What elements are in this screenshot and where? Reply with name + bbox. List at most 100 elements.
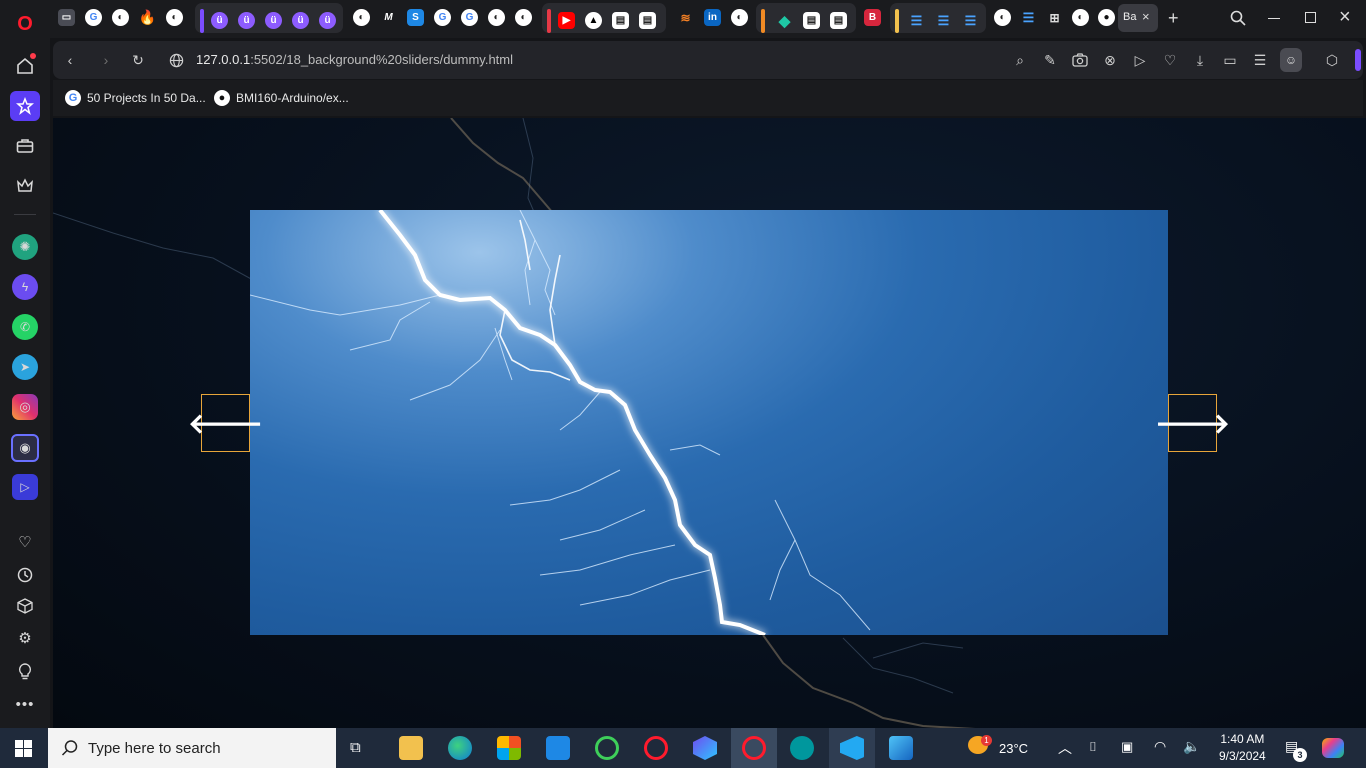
settings-gear-icon[interactable]: ⚙	[11, 624, 39, 652]
globe-tab-icon[interactable]: ◐	[166, 9, 183, 26]
cube-icon[interactable]	[11, 592, 39, 620]
flow-icon[interactable]: ▷	[12, 474, 38, 500]
globe-tab-icon[interactable]: ◐	[1072, 9, 1089, 26]
vercel-tab-icon[interactable]: ▲	[585, 12, 602, 29]
display-icon[interactable]: ▣	[1121, 739, 1133, 755]
lightbulb-icon[interactable]	[11, 657, 39, 685]
active-tab[interactable]: Ba ×	[1118, 4, 1158, 32]
easy-setup-icon[interactable]: ☰	[1251, 51, 1269, 69]
grid-tab-icon[interactable]: ⊞	[1046, 9, 1063, 26]
circle-app-icon[interactable]	[595, 736, 619, 760]
task-view-icon[interactable]: ⧉	[350, 739, 361, 756]
udemy-tab-icon[interactable]: ü	[238, 12, 255, 29]
meet-camera-icon[interactable]: ⌷	[1089, 739, 1097, 755]
volume-icon[interactable]: 🔈	[1183, 738, 1200, 755]
play-icon[interactable]: ▷	[1131, 51, 1149, 69]
copilot-icon[interactable]	[1322, 738, 1344, 758]
udemy-tab-icon[interactable]: ü	[211, 12, 228, 29]
google-tab-icon[interactable]: G	[461, 9, 478, 26]
crown-icon[interactable]	[11, 172, 39, 200]
battery-saver-icon[interactable]: ▭	[1221, 51, 1239, 69]
close-tab-icon[interactable]: ×	[1142, 9, 1150, 24]
codeium-tab-icon[interactable]: ☰	[908, 12, 925, 29]
tab-favicon-icon[interactable]: ▭	[58, 9, 75, 26]
chatgpt-icon[interactable]: ✺	[12, 234, 38, 260]
next-slide-button[interactable]: 🡒	[1155, 394, 1230, 452]
medium-tab-icon[interactable]: M	[380, 9, 397, 26]
photos-icon[interactable]	[889, 736, 913, 760]
aria-icon[interactable]	[10, 91, 40, 121]
youtube-tab-icon[interactable]: ▶	[558, 12, 575, 29]
b-app-tab-icon[interactable]: B	[864, 9, 881, 26]
more-options-icon[interactable]: •••	[11, 690, 39, 718]
opera-logo-icon[interactable]: O	[11, 10, 39, 38]
site-info-globe-icon[interactable]	[167, 51, 185, 69]
heart-icon[interactable]: ♡	[1161, 51, 1179, 69]
adblock-icon[interactable]: ⊗	[1101, 51, 1119, 69]
weather-temp[interactable]: 23°C	[999, 741, 1028, 756]
music-player-icon[interactable]: ◉	[11, 434, 39, 462]
wifi-icon[interactable]: ◠	[1154, 738, 1166, 755]
codeium-tab-icon[interactable]: ☰	[962, 12, 979, 29]
zoom-search-icon[interactable]: ⌕	[1011, 51, 1029, 69]
linkedin-tab-icon[interactable]: in	[704, 9, 721, 26]
diamond-tab-icon[interactable]: ◆	[776, 12, 793, 30]
download-icon[interactable]: ⤓	[1191, 51, 1209, 69]
show-hidden-icons-chevron-icon[interactable]: ︿	[1058, 738, 1072, 758]
minimize-icon[interactable]	[1268, 18, 1280, 19]
taskbar-search-field[interactable]: Type here to search	[48, 728, 336, 768]
forward-icon[interactable]: ›	[97, 51, 115, 69]
copilot-hex-icon[interactable]	[693, 736, 717, 760]
history-icon[interactable]	[11, 561, 39, 589]
globe-tab-icon[interactable]: ◐	[731, 9, 748, 26]
edit-icon[interactable]: ✎	[1041, 51, 1059, 69]
back-icon[interactable]: ‹	[61, 51, 79, 69]
windows-start-icon[interactable]	[15, 740, 32, 762]
close-window-icon[interactable]: ×	[1339, 6, 1351, 29]
fire-tab-icon[interactable]: 🔥	[139, 9, 156, 26]
edge-icon[interactable]	[448, 736, 472, 760]
new-tab-plus-icon[interactable]: +	[1168, 8, 1179, 29]
opera-gx-icon[interactable]	[742, 736, 766, 760]
reload-icon[interactable]: ↻	[129, 51, 147, 69]
whatsapp-icon[interactable]: ✆	[12, 314, 38, 340]
document-tab-icon[interactable]: ▤	[612, 12, 629, 29]
github-tab-icon[interactable]: ●	[1098, 9, 1115, 26]
url-field[interactable]: 127.0.0.1:5502/18_background%20sliders/d…	[196, 52, 513, 67]
briefcase-icon[interactable]	[11, 132, 39, 160]
google-tab-icon[interactable]: G	[85, 9, 102, 26]
document-tab-icon[interactable]: ▤	[639, 12, 656, 29]
udemy-tab-icon[interactable]: ü	[265, 12, 282, 29]
clock[interactable]: 1:40 AM 9/3/2024	[1219, 732, 1266, 763]
heart-icon[interactable]: ♡	[11, 528, 39, 556]
mail-icon[interactable]	[546, 736, 570, 760]
store-icon[interactable]	[497, 736, 521, 760]
opera-icon[interactable]	[644, 736, 668, 760]
udemy-tab-icon[interactable]: ü	[319, 12, 336, 29]
codeium-tab-icon[interactable]: ☰	[935, 12, 952, 29]
instagram-icon[interactable]: ◎	[12, 394, 38, 420]
udemy-tab-icon[interactable]: ü	[292, 12, 309, 29]
document-tab-icon[interactable]: ▤	[830, 12, 847, 29]
google-tab-icon[interactable]: G	[434, 9, 451, 26]
globe-tab-icon[interactable]: ◐	[515, 9, 532, 26]
codeium-tab-icon[interactable]: ☰	[1020, 9, 1037, 26]
globe-tab-icon[interactable]: ◐	[353, 9, 370, 26]
extensions-cube-icon[interactable]: ⬡	[1323, 51, 1341, 69]
messenger-icon[interactable]: ϟ	[12, 274, 38, 300]
tab-search-icon[interactable]	[1230, 10, 1246, 31]
globe-tab-icon[interactable]: ◐	[112, 9, 129, 26]
previous-slide-button[interactable]: 🡐	[188, 394, 263, 452]
home-icon[interactable]	[11, 52, 39, 80]
bookmark-item[interactable]: G 50 Projects In 50 Da...	[65, 90, 206, 106]
camera-icon[interactable]	[1071, 51, 1089, 69]
stackoverflow-tab-icon[interactable]: ≋	[677, 9, 694, 26]
profile-avatar-icon[interactable]: ☺	[1280, 48, 1302, 72]
telegram-icon[interactable]: ➤	[12, 354, 38, 380]
document-tab-icon[interactable]: ▤	[803, 12, 820, 29]
globe-tab-icon[interactable]: ◐	[994, 9, 1011, 26]
restore-icon[interactable]	[1305, 12, 1316, 23]
s-tab-icon[interactable]: S	[407, 9, 424, 26]
globe-tab-icon[interactable]: ◐	[488, 9, 505, 26]
bookmark-item[interactable]: ● BMI160-Arduino/ex...	[214, 90, 349, 106]
